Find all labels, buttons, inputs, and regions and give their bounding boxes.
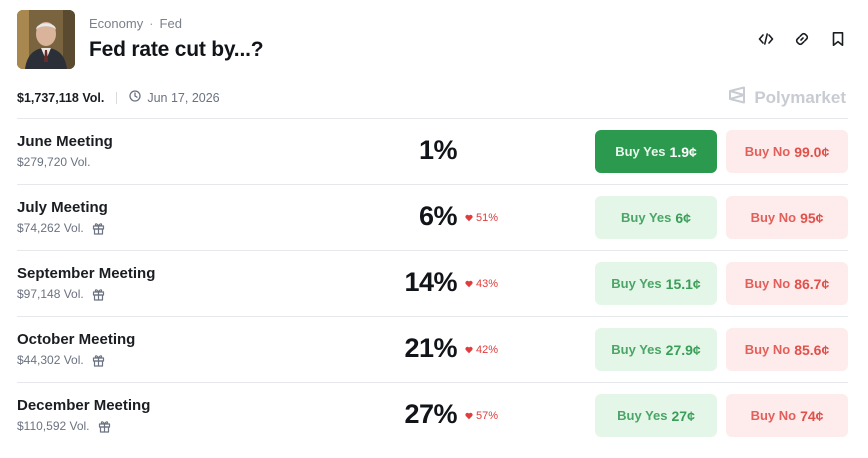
- buy-yes-label: Buy Yes: [611, 276, 662, 291]
- buy-no-label: Buy No: [744, 342, 791, 357]
- buy-yes-price: 27.9¢: [665, 341, 701, 358]
- chance-change: 43%: [465, 278, 498, 290]
- change-down-icon: [465, 346, 473, 354]
- clock-icon: [129, 90, 141, 105]
- buy-no-label: Buy No: [750, 210, 797, 225]
- breadcrumb-subcategory[interactable]: Fed: [160, 16, 182, 31]
- header-actions: [756, 29, 848, 49]
- change-down-icon: [465, 280, 473, 288]
- end-date-text: Jun 17, 2026: [147, 90, 220, 105]
- market-meta: $1,737,118 Vol. Jun 17, 2026: [17, 90, 220, 105]
- market-thumbnail[interactable]: [17, 10, 75, 69]
- market-row[interactable]: September Meeting $97,148 Vol. 14% 43% Buy Y…: [17, 250, 848, 316]
- end-date: Jun 17, 2026: [129, 90, 220, 105]
- market-name[interactable]: June Meeting: [17, 133, 113, 150]
- buy-no-price: 74¢: [800, 407, 824, 424]
- buy-yes-button[interactable]: Buy Yes 1.9¢: [595, 130, 717, 173]
- buy-no-price: 85.6¢: [794, 341, 830, 358]
- buy-no-button[interactable]: Buy No 85.6¢: [726, 328, 848, 371]
- gift-icon[interactable]: [92, 288, 105, 301]
- market-card: Economy · Fed Fed rate cut by...? $1,737…: [0, 0, 868, 458]
- market-volume: $44,302 Vol.: [17, 353, 105, 367]
- breadcrumb: Economy · Fed: [89, 16, 182, 31]
- market-volume-text: $74,262 Vol.: [17, 221, 84, 235]
- market-row[interactable]: June Meeting $279,720 Vol. 1% Buy Yes 1.9¢ Bu…: [17, 118, 848, 184]
- breadcrumb-separator: ·: [149, 16, 154, 31]
- brand-name: Polymarket: [754, 87, 846, 107]
- buy-yes-button[interactable]: Buy Yes 15.1¢: [595, 262, 717, 305]
- market-volume-text: $44,302 Vol.: [17, 353, 84, 367]
- embed-icon[interactable]: [756, 29, 776, 49]
- buy-no-label: Buy No: [750, 408, 797, 423]
- chance-change-value: 51%: [476, 212, 499, 224]
- link-icon[interactable]: [792, 29, 812, 49]
- brand-logo[interactable]: Polymarket: [728, 86, 846, 109]
- chance-change: 42%: [465, 344, 498, 356]
- buy-no-price: 99.0¢: [794, 143, 830, 160]
- change-down-icon: [465, 214, 473, 222]
- market-volume: $74,262 Vol.: [17, 221, 105, 235]
- market-name[interactable]: July Meeting: [17, 199, 108, 216]
- market-volume-text: $97,148 Vol.: [17, 287, 84, 301]
- buy-yes-price: 15.1¢: [665, 275, 701, 292]
- buy-yes-price: 27¢: [671, 407, 695, 424]
- buy-no-price: 86.7¢: [794, 275, 830, 292]
- markets-list: June Meeting $279,720 Vol. 1% Buy Yes 1.9¢ Bu…: [17, 118, 848, 448]
- buy-yes-label: Buy Yes: [615, 144, 666, 159]
- buy-no-button[interactable]: Buy No 95¢: [726, 196, 848, 239]
- market-volume-text: $110,592 Vol.: [17, 419, 90, 433]
- buy-yes-price: 6¢: [675, 209, 691, 226]
- buy-no-label: Buy No: [744, 144, 791, 159]
- gift-icon[interactable]: [98, 420, 111, 433]
- buy-yes-label: Buy Yes: [617, 408, 668, 423]
- change-down-icon: [465, 412, 473, 420]
- buy-yes-label: Buy Yes: [621, 210, 672, 225]
- buy-yes-price: 1.9¢: [669, 143, 697, 160]
- buy-no-button[interactable]: Buy No 74¢: [726, 394, 848, 437]
- market-name[interactable]: September Meeting: [17, 265, 155, 282]
- market-volume: $279,720 Vol.: [17, 155, 90, 169]
- gift-icon[interactable]: [92, 222, 105, 235]
- market-row[interactable]: October Meeting $44,302 Vol. 21% 42% Buy Yes…: [17, 316, 848, 382]
- market-name[interactable]: December Meeting: [17, 397, 150, 414]
- market-volume: $97,148 Vol.: [17, 287, 105, 301]
- meta-divider: [116, 91, 118, 104]
- buy-no-button[interactable]: Buy No 86.7¢: [726, 262, 848, 305]
- bookmark-icon[interactable]: [828, 29, 848, 49]
- buy-yes-button[interactable]: Buy Yes 6¢: [595, 196, 717, 239]
- chance-change-value: 57%: [476, 410, 499, 422]
- chance-change: 57%: [465, 410, 498, 422]
- page-title: Fed rate cut by...?: [89, 38, 264, 61]
- gift-icon[interactable]: [92, 354, 105, 367]
- chance-percent: 27%: [404, 399, 457, 429]
- chance-percent: 21%: [404, 333, 457, 363]
- market-row[interactable]: July Meeting $74,262 Vol. 6% 51% Buy Yes 6¢ Bu…: [17, 184, 848, 250]
- buy-yes-label: Buy Yes: [611, 342, 662, 357]
- market-volume: $110,592 Vol.: [17, 419, 111, 433]
- polymarket-icon: [728, 86, 747, 109]
- chance-percent: 14%: [404, 267, 457, 297]
- total-volume: $1,737,118 Vol.: [17, 90, 105, 105]
- buy-no-label: Buy No: [744, 276, 791, 291]
- market-name[interactable]: October Meeting: [17, 331, 135, 348]
- buy-yes-button[interactable]: Buy Yes 27.9¢: [595, 328, 717, 371]
- breadcrumb-category[interactable]: Economy: [89, 16, 143, 31]
- market-volume-text: $279,720 Vol.: [17, 155, 91, 169]
- chance-percent: 6%: [418, 201, 458, 231]
- buy-no-button[interactable]: Buy No 99.0¢: [726, 130, 848, 173]
- market-row[interactable]: December Meeting $110,592 Vol. 27% 57% Buy Y…: [17, 382, 848, 448]
- chance-change: 51%: [465, 212, 498, 224]
- buy-no-price: 95¢: [800, 209, 824, 226]
- chance-percent: 1%: [418, 135, 458, 165]
- chance-change-value: 42%: [476, 344, 499, 356]
- buy-yes-button[interactable]: Buy Yes 27¢: [595, 394, 717, 437]
- chance-change-value: 43%: [476, 278, 499, 290]
